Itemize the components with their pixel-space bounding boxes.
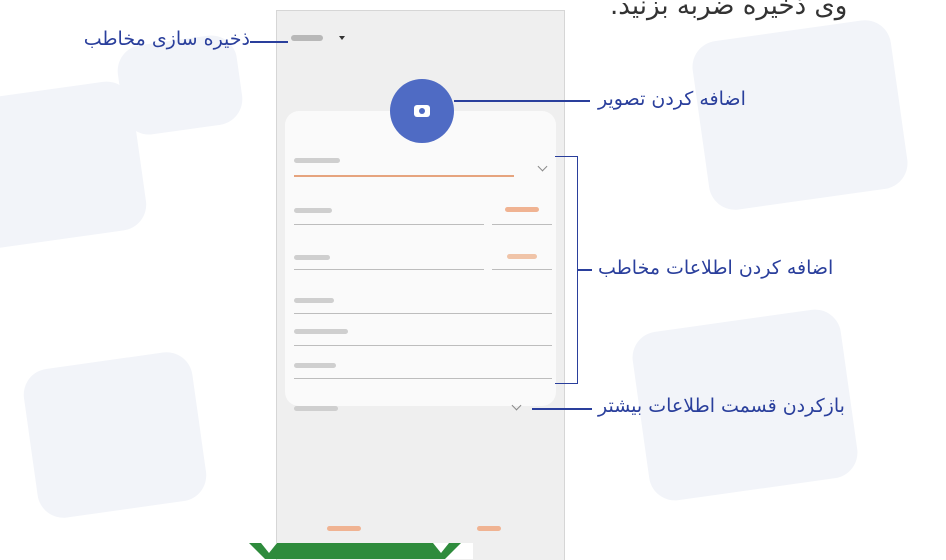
field-underline[interactable] [294, 313, 552, 314]
field-placeholder [294, 298, 334, 303]
add-image-button[interactable] [390, 79, 454, 143]
phone-placeholder [294, 208, 332, 213]
logo [237, 543, 473, 559]
chevron-down-icon[interactable] [537, 161, 548, 172]
camera-icon [414, 105, 430, 117]
cancel-button[interactable] [327, 526, 361, 531]
chevron-down-icon[interactable] [511, 400, 522, 411]
email-type-underline [492, 269, 552, 270]
annotation-add-image: اضافه کردن تصویر [598, 88, 746, 110]
watermark-shape [689, 16, 911, 214]
name-placeholder [294, 158, 340, 163]
leader-line [578, 269, 592, 271]
view-more-placeholder[interactable] [294, 406, 338, 411]
phone-screen [276, 10, 565, 560]
field-placeholder [294, 329, 348, 334]
top-instruction-text: وی ذخیره ضربه بزنید. [610, 0, 848, 21]
phone-field-underline[interactable] [294, 224, 484, 225]
annotation-open-more-info: بازکردن قسمت اطلاعات بیشتر [598, 395, 845, 417]
leader-line [250, 41, 288, 43]
annotation-save-contact: ذخیره سازی مخاطب [83, 28, 250, 50]
storage-location-selector[interactable] [291, 35, 323, 41]
annotation-add-contact-info: اضافه کردن اطلاعات مخاطب [598, 257, 834, 279]
dropdown-arrow-icon[interactable] [339, 36, 345, 40]
leader-line [532, 408, 592, 410]
contact-info-bracket [555, 156, 578, 384]
leader-line [454, 100, 590, 102]
email-type-pill[interactable] [507, 254, 537, 259]
phone-type-pill[interactable] [505, 207, 539, 212]
name-field-underline[interactable] [294, 175, 514, 177]
field-underline[interactable] [294, 378, 552, 379]
phone-type-underline [492, 224, 552, 225]
email-placeholder [294, 255, 330, 260]
save-button[interactable] [477, 526, 501, 531]
field-placeholder [294, 363, 336, 368]
watermark-shape [20, 348, 210, 522]
email-field-underline[interactable] [294, 269, 484, 270]
contact-form-card [285, 111, 556, 411]
field-underline[interactable] [294, 345, 552, 346]
